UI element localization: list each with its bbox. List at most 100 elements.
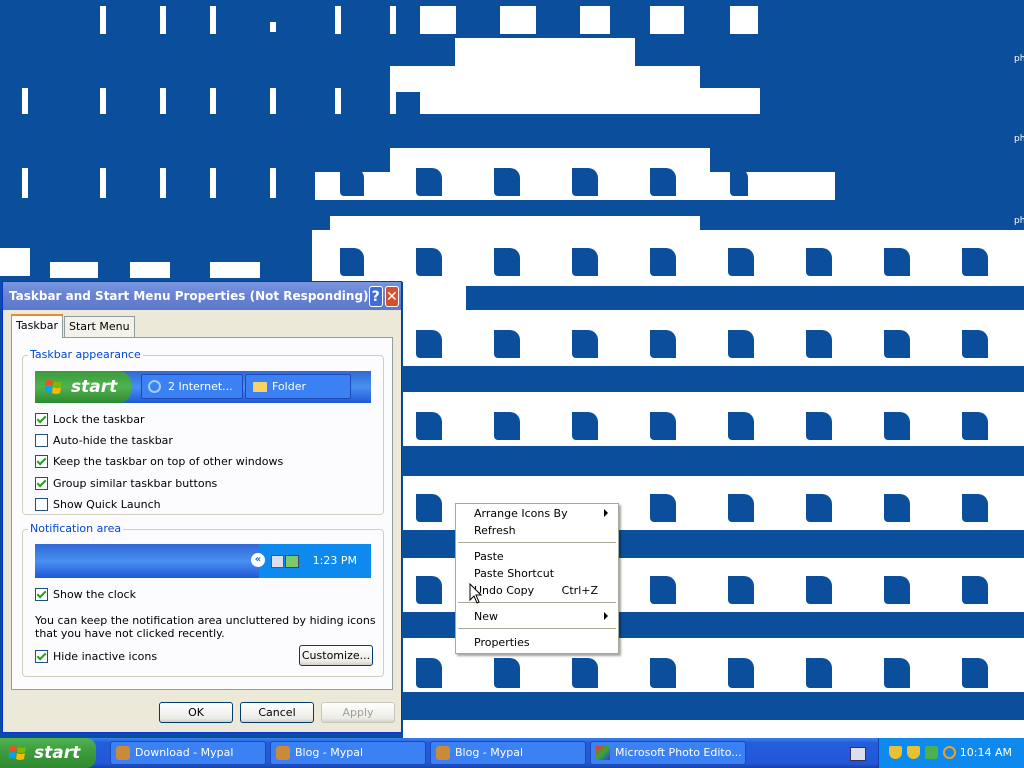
submenu-arrow-icon [604, 612, 608, 620]
checkbox-box[interactable] [35, 413, 48, 426]
artifact [270, 22, 276, 32]
hide-inactive-checkbox[interactable]: Hide inactive icons [35, 650, 157, 663]
keyboard-icon[interactable] [850, 747, 866, 761]
artifact [884, 576, 910, 604]
checkbox-label: Auto-hide the taskbar [53, 434, 173, 447]
notification-description: You can keep the notification area unclu… [35, 614, 376, 640]
show-clock-checkbox[interactable]: Show the clock [35, 588, 136, 601]
artifact [572, 168, 598, 196]
checkbox-label: Keep the taskbar on top of other windows [53, 455, 284, 468]
taskbar-button[interactable]: Microsoft Photo Edito... [590, 741, 746, 765]
artifact [270, 88, 276, 114]
security-shield-icon[interactable] [907, 746, 920, 759]
artifact [728, 658, 754, 688]
preview-tray: « 1:23 PM [251, 544, 371, 578]
mypal-icon [276, 746, 290, 760]
menu-shortcut: Ctrl+Z [561, 584, 598, 597]
menu-separator [458, 628, 616, 629]
close-button[interactable]: ✕ [384, 285, 399, 307]
apply-button[interactable]: Apply [321, 702, 395, 723]
ok-button[interactable]: OK [159, 702, 233, 723]
menu-item-refresh[interactable]: Refresh [474, 522, 614, 539]
keep-on-top-checkbox[interactable]: Keep the taskbar on top of other windows [35, 455, 283, 468]
checkbox-box[interactable] [35, 650, 48, 663]
artifact [22, 168, 28, 198]
artifact [210, 262, 260, 278]
network-icon [271, 555, 284, 568]
artifact [416, 412, 442, 440]
tab-start-menu[interactable]: Start Menu [64, 316, 135, 337]
artifact [650, 168, 676, 196]
auto-hide-checkbox[interactable]: Auto-hide the taskbar [35, 434, 173, 447]
taskbar: start Download - Mypal Blog - Mypal Blog… [0, 738, 1024, 768]
tab-taskbar[interactable]: Taskbar [11, 314, 63, 338]
notification-area-group: Notification area « 1:23 PM Show the clo… [22, 522, 384, 677]
menu-item-paste[interactable]: Paste [474, 548, 614, 565]
taskbar-button-label: Microsoft Photo Edito... [615, 746, 742, 759]
menu-item-label: Undo Copy [474, 584, 535, 597]
checkbox-box[interactable] [35, 477, 48, 490]
artifact [340, 248, 364, 276]
artifact [962, 658, 988, 688]
menu-item-label: New [474, 610, 498, 623]
checkbox-box[interactable] [35, 455, 48, 468]
artifact [500, 6, 536, 34]
artifact [100, 6, 106, 34]
artifact [572, 658, 598, 688]
menu-item-arrange-icons[interactable]: Arrange Icons By [474, 505, 614, 522]
preview-clock: 1:23 PM [312, 554, 357, 567]
checkbox-label: Show the clock [53, 588, 136, 601]
cancel-button[interactable]: Cancel [240, 702, 314, 723]
taskbar-button[interactable]: Blog - Mypal [430, 741, 586, 765]
artifact [884, 658, 910, 688]
artifact [416, 168, 442, 196]
taskbar-button-label: Download - Mypal [135, 746, 234, 759]
artifact [22, 88, 28, 114]
artifact [650, 248, 676, 276]
mypal-icon [436, 746, 450, 760]
checkbox-label: Group similar taskbar buttons [53, 477, 218, 490]
menu-item-properties[interactable]: Properties [474, 634, 614, 651]
taskbar-button[interactable]: Blog - Mypal [270, 741, 426, 765]
clock[interactable]: 10:14 AM [960, 738, 1012, 768]
artifact [728, 330, 754, 358]
artifact [210, 6, 216, 34]
artifact [100, 88, 106, 114]
checkbox-label: Hide inactive icons [53, 650, 158, 663]
chevron-left-icon: « [251, 553, 265, 567]
artifact [416, 576, 442, 604]
menu-item-undo-copy[interactable]: Undo Copy Ctrl+Z [474, 582, 614, 599]
lock-taskbar-checkbox[interactable]: Lock the taskbar [35, 413, 145, 426]
help-button[interactable]: ? [368, 285, 383, 307]
dialog-title: Taskbar and Start Menu Properties (Not R… [9, 289, 369, 303]
checkbox-box[interactable] [35, 498, 48, 511]
dialog-titlebar[interactable]: Taskbar and Start Menu Properties (Not R… [3, 282, 401, 310]
group-similar-checkbox[interactable]: Group similar taskbar buttons [35, 477, 217, 490]
artifact [403, 692, 1024, 720]
checkbox-box[interactable] [35, 588, 48, 601]
artifact [494, 658, 520, 688]
artifact [962, 576, 988, 604]
artifact [330, 216, 700, 230]
menu-item-new[interactable]: New [474, 608, 614, 625]
security-shield-icon[interactable] [889, 746, 902, 759]
artifact [806, 412, 832, 440]
start-button[interactable]: start [0, 738, 96, 768]
artifact [806, 658, 832, 688]
network-icon[interactable] [925, 746, 938, 759]
group-legend: Notification area [28, 522, 124, 535]
artifact [494, 330, 520, 358]
quick-launch-checkbox[interactable]: Show Quick Launch [35, 498, 161, 511]
taskbar-button[interactable]: Download - Mypal [110, 741, 266, 765]
checkbox-box[interactable] [35, 434, 48, 447]
preview-task-button: Folder [245, 374, 351, 399]
artifact [650, 330, 676, 358]
menu-separator [458, 542, 616, 543]
desktop-label: ph [1014, 134, 1024, 144]
artifact [728, 412, 754, 440]
search-icon[interactable] [943, 746, 956, 759]
artifact [420, 6, 456, 34]
menu-item-paste-shortcut[interactable]: Paste Shortcut [474, 565, 614, 582]
artifact [572, 330, 598, 358]
customize-button[interactable]: Customize... [299, 645, 373, 666]
